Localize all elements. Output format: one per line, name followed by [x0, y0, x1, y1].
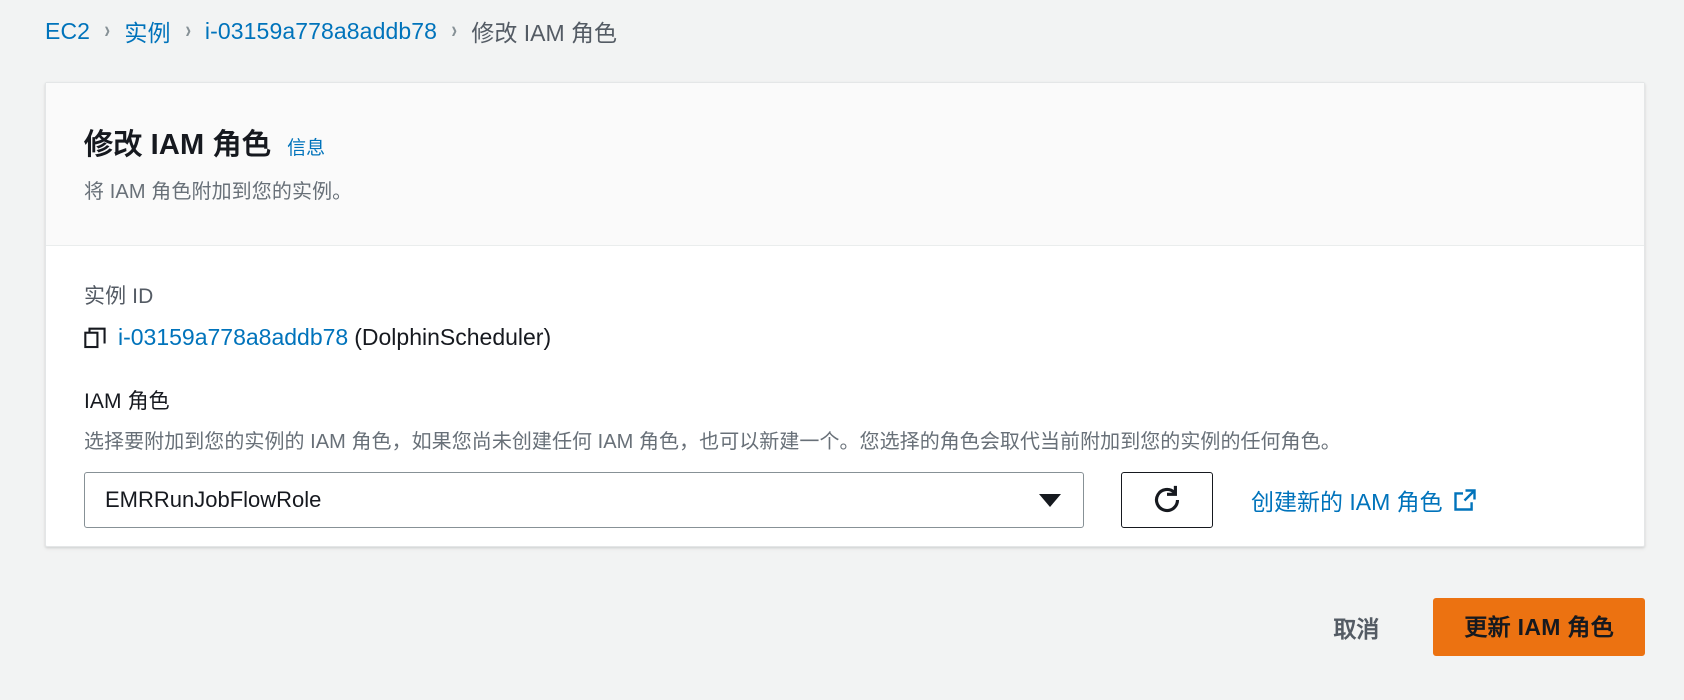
breadcrumb-separator-icon: ›: [451, 17, 458, 44]
copy-icon[interactable]: [84, 327, 118, 349]
create-new-iam-role-label: 创建新的 IAM 角色: [1251, 489, 1443, 515]
card-title-row: 修改 IAM 角色 信息: [84, 121, 1606, 163]
refresh-icon: [1154, 485, 1180, 513]
cancel-button[interactable]: 取消: [1321, 602, 1391, 652]
breadcrumb-separator-icon: ›: [104, 17, 111, 44]
chevron-down-icon: [1039, 493, 1061, 507]
external-link-icon: [1453, 489, 1476, 511]
form-actions: 取消 更新 IAM 角色: [1321, 598, 1645, 656]
info-link[interactable]: 信息: [287, 133, 325, 160]
instance-id-link[interactable]: i-03159a778a8addb78: [118, 324, 348, 351]
iam-role-description: 选择要附加到您的实例的 IAM 角色，如果您尚未创建任何 IAM 角色，也可以新…: [84, 431, 1341, 453]
iam-role-select-value: EMRRunJobFlowRole: [105, 487, 322, 512]
iam-role-control-row: EMRRunJobFlowRole 创建新的 IAM 角色: [84, 472, 1606, 528]
create-new-iam-role-link[interactable]: 创建新的 IAM 角色: [1251, 483, 1477, 517]
breadcrumb-separator-icon: ›: [184, 17, 191, 44]
card-header: 修改 IAM 角色 信息 将 IAM 角色附加到您的实例。: [46, 83, 1644, 246]
instance-id-label: 实例 ID: [84, 285, 154, 308]
breadcrumb-item-ec2[interactable]: EC2: [45, 18, 90, 45]
refresh-roles-button[interactable]: [1121, 472, 1213, 528]
breadcrumb-item-instance-id[interactable]: i-03159a778a8addb78: [205, 18, 437, 45]
instance-name: (DolphinScheduler): [354, 324, 552, 350]
breadcrumb-item-current: 修改 IAM 角色: [471, 20, 618, 46]
breadcrumb-item-instances[interactable]: 实例: [124, 14, 170, 48]
page-subtitle: 将 IAM 角色附加到您的实例。: [84, 181, 353, 203]
update-iam-role-button[interactable]: 更新 IAM 角色: [1433, 598, 1645, 656]
iam-role-field: IAM 角色 选择要附加到您的实例的 IAM 角色，如果您尚未创建任何 IAM …: [84, 385, 1606, 528]
modify-iam-role-card: 修改 IAM 角色 信息 将 IAM 角色附加到您的实例。 实例 ID i-03…: [45, 82, 1645, 547]
iam-role-label: IAM 角色: [84, 390, 170, 413]
breadcrumb: EC2 › 实例 › i-03159a778a8addb78 › 修改 IAM …: [45, 14, 617, 48]
page-title: 修改 IAM 角色: [84, 129, 272, 161]
iam-role-select[interactable]: EMRRunJobFlowRole: [84, 472, 1084, 528]
instance-id-row: i-03159a778a8addb78 (DolphinScheduler): [84, 324, 1606, 351]
card-body: 实例 ID i-03159a778a8addb78 (DolphinSchedu…: [46, 246, 1644, 528]
